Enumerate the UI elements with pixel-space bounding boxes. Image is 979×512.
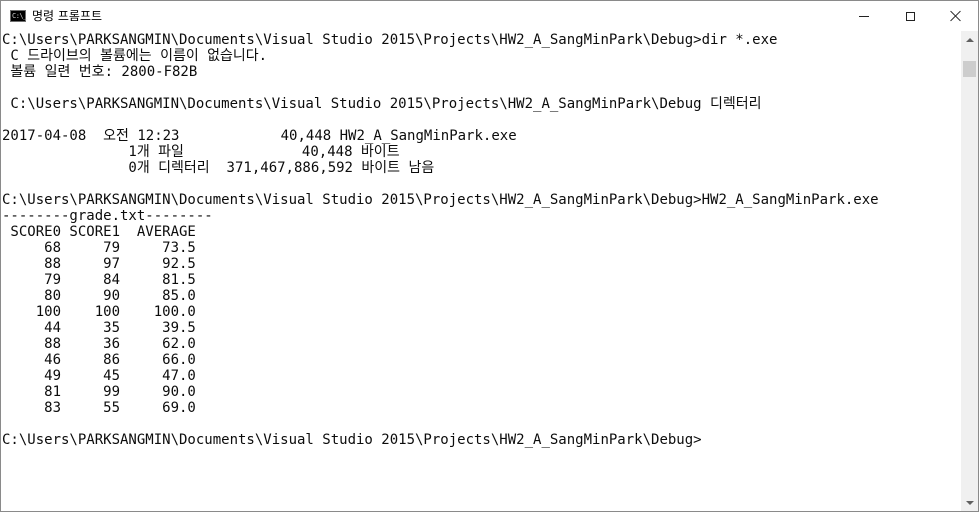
close-button[interactable] [933,1,979,31]
close-icon [950,10,962,22]
console-output[interactable]: C:\Users\PARKSANGMIN\Documents\Visual St… [1,31,961,511]
command-prompt-window: C:\_ 명령 프롬프트 C:\Users\PARKSANGMIN\Docume… [0,0,979,512]
maximize-icon [905,11,915,21]
chevron-up-icon [965,37,974,42]
window-title: 명령 프롬프트 [32,9,103,23]
console-text[interactable]: C:\Users\PARKSANGMIN\Documents\Visual St… [1,31,961,448]
scroll-down-button[interactable] [961,494,978,511]
minimize-icon [859,15,869,17]
console-line: --------grade.txt-------- [2,208,213,224]
console-line: 49 45 47.0 [2,368,196,384]
console-line: 79 84 81.5 [2,272,196,288]
cmd-app-icon-text: C:\_ [12,12,27,20]
console-line: 81 99 90.0 [2,384,196,400]
console-line: 88 36 62.0 [2,336,196,352]
console-line: 88 97 92.5 [2,256,196,272]
console-line: 83 55 69.0 [2,400,196,416]
console-line: 80 90 85.0 [2,288,196,304]
chevron-down-icon [965,500,974,505]
scroll-up-button[interactable] [961,31,978,48]
console-line: SCORE0 SCORE1 AVERAGE [2,224,196,240]
console-line: 1개 파일 40,448 바이트 [2,144,400,160]
console-line: 46 86 66.0 [2,352,196,368]
minimize-button[interactable] [841,1,887,31]
console-line: C:\Users\PARKSANGMIN\Documents\Visual St… [2,96,762,112]
console-line: 2017-04-08 오전 12:23 40,448 HW2_A_SangMin… [2,128,517,144]
console-line: C 드라이브의 볼륨에는 이름이 없습니다. [2,48,268,64]
console-line: C:\Users\PARKSANGMIN\Documents\Visual St… [2,432,702,448]
console-line: 0개 디렉터리 371,467,886,592 바이트 남음 [2,160,435,176]
console-line: 68 79 73.5 [2,240,196,256]
console-line: 볼륨 일련 번호: 2800-F82B [2,64,198,80]
console-line: C:\Users\PARKSANGMIN\Documents\Visual St… [2,192,879,208]
vertical-scrollbar[interactable] [961,31,978,511]
cmd-app-icon[interactable]: C:\_ [10,10,27,22]
scroll-thumb[interactable] [963,61,976,77]
console-line: C:\Users\PARKSANGMIN\Documents\Visual St… [2,32,778,48]
console-line: 100 100 100.0 [2,304,196,320]
title-bar[interactable]: C:\_ 명령 프롬프트 [1,1,978,31]
console-line: 44 35 39.5 [2,320,196,336]
maximize-button[interactable] [887,1,933,31]
